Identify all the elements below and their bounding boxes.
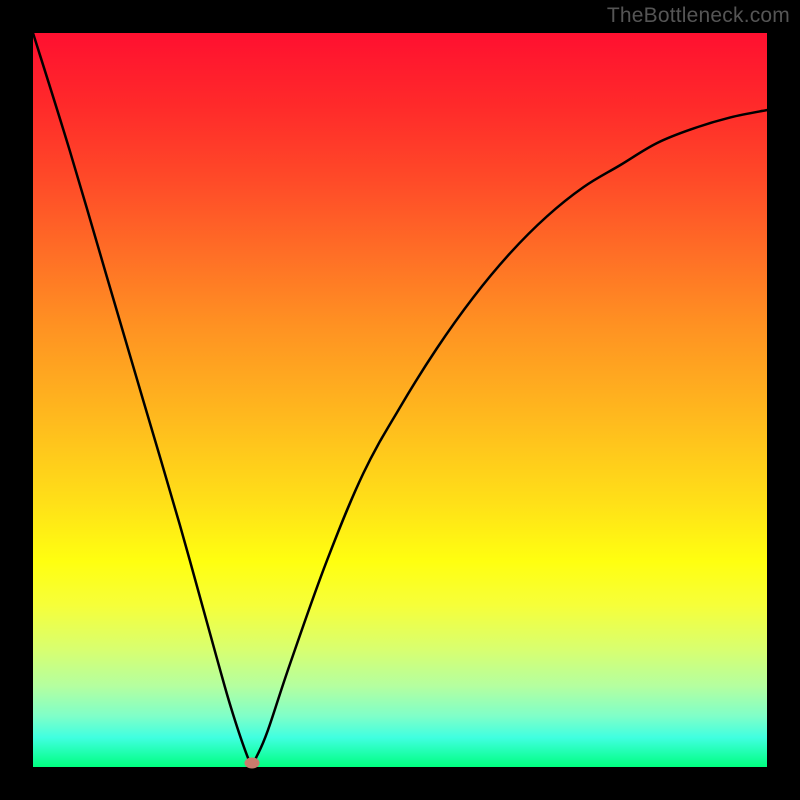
chart-plot-area bbox=[33, 33, 767, 767]
watermark-text: TheBottleneck.com bbox=[607, 4, 790, 28]
bottleneck-curve bbox=[33, 33, 767, 767]
minimum-marker bbox=[244, 758, 259, 769]
